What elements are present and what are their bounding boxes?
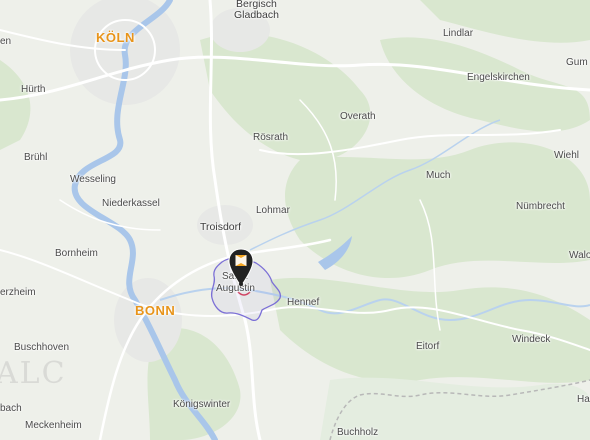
watermark: ALC — [0, 356, 67, 391]
town-label-niederkassel: Niederkassel — [102, 198, 160, 209]
town-label-ha: Ha — [577, 394, 590, 405]
town-label-bach: bach — [0, 403, 22, 414]
building-marker-icon — [228, 248, 254, 287]
town-label-buchholz: Buchholz — [337, 427, 379, 438]
town-label-walo: Walo — [569, 250, 590, 261]
town-label-meckenheim: Meckenheim — [25, 420, 82, 431]
town-label-gum: Gum — [566, 57, 588, 68]
town-label-koenigswinter: Königswinter — [173, 399, 231, 410]
town-label-nuembrecht: Nümbrecht — [516, 201, 565, 212]
town-label-lindlar: Lindlar — [443, 28, 474, 39]
town-label-en: en — [0, 36, 12, 47]
town-label-erzheim: erzheim — [0, 287, 36, 298]
town-label-much: Much — [426, 170, 451, 181]
map-base — [0, 0, 590, 440]
town-label-hennef: Hennef — [287, 297, 320, 308]
town-label-bornheim: Bornheim — [55, 248, 98, 259]
town-label-huerth: Hürth — [21, 84, 46, 95]
city-label-bonn: BONN — [135, 303, 176, 318]
city-label-koeln: KÖLN — [96, 30, 135, 45]
town-label-gladbach: Gladbach — [234, 9, 279, 21]
town-label-lohmar: Lohmar — [256, 205, 290, 216]
town-label-troisdorf: Troisdorf — [200, 221, 242, 233]
town-label-bruehl: Brühl — [24, 152, 48, 163]
town-label-buschhoven: Buschhoven — [14, 342, 70, 353]
town-label-eitorf: Eitorf — [416, 341, 440, 352]
town-label-roesrath: Rösrath — [253, 132, 289, 143]
town-label-overath: Overath — [340, 111, 376, 122]
town-label-wesseling: Wesseling — [70, 174, 116, 185]
town-label-wiehl: Wiehl — [554, 150, 580, 161]
town-label-windeck: Windeck — [512, 334, 551, 345]
town-label-engelskirchen: Engelskirchen — [467, 72, 530, 83]
location-marker[interactable] — [228, 248, 254, 288]
map-view[interactable]: KÖLN BONN Bergisch Gladbach Lindlar Gum … — [0, 0, 590, 440]
